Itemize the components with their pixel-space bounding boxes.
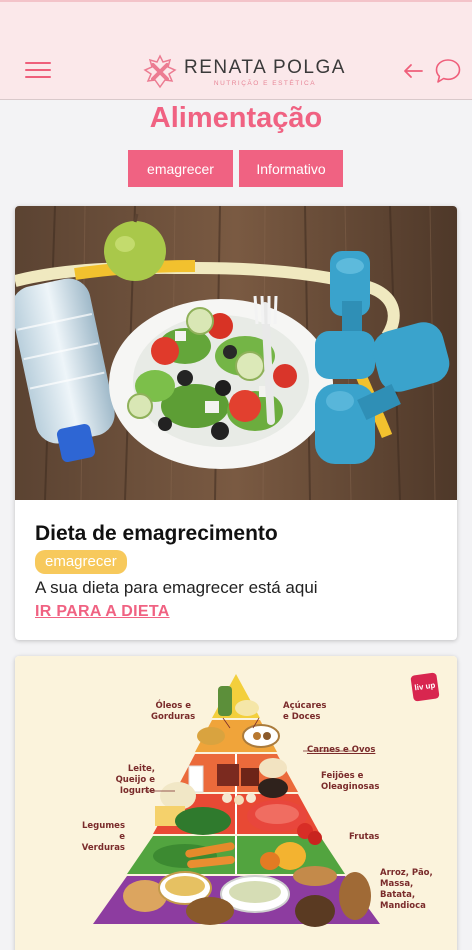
filter-informativo-button[interactable]: Informativo xyxy=(239,150,343,187)
diet-category-badge: emagrecer xyxy=(35,550,127,574)
chat-icon[interactable] xyxy=(434,57,462,85)
pyramid-label-arroz: Arroz, Pão, Massa, Batata, Mandioca xyxy=(380,868,433,911)
liv-up-logo: liv up xyxy=(410,672,440,702)
pyramid-label-leite: Leite, Queijo e Iogurte xyxy=(115,764,155,796)
back-arrow-icon[interactable] xyxy=(402,62,424,80)
brand-tagline: NUTRIÇÃO E ESTÉTICA xyxy=(213,80,317,87)
diet-card-description: A sua dieta para emagrecer está aqui xyxy=(35,578,318,597)
pyramid-label-carnes: Carnes e Ovos xyxy=(307,745,376,755)
pyramid-label-frutas: Frutas xyxy=(349,832,380,842)
menu-icon[interactable] xyxy=(25,62,51,80)
app-header: RENATA POLGA NUTRIÇÃO E ESTÉTICA xyxy=(0,40,472,100)
category-filters: emagrecer Informativo xyxy=(128,150,343,187)
brand-logo-icon xyxy=(143,54,177,89)
pyramid-label-feijoes: Feijões e Oleaginosas xyxy=(321,771,380,792)
pyramid-label-oleos: Óleos e Gorduras xyxy=(151,701,196,722)
pyramid-label-legumes: Legumes e Verduras xyxy=(81,821,125,853)
app-screen: RENATA POLGA NUTRIÇÃO E ESTÉTICA Aliment… xyxy=(0,0,472,950)
diet-card-title: Dieta de emagrecimento xyxy=(35,522,278,545)
pyramid-label-acucares: Açúcares e Doces xyxy=(283,701,327,722)
status-bar xyxy=(0,0,472,40)
diet-card-body: Dieta de emagrecimento emagrecer A sua d… xyxy=(35,520,435,621)
filter-emagrecer-button[interactable]: emagrecer xyxy=(128,150,233,187)
brand-name: RENATA POLGA xyxy=(184,57,346,78)
diet-card[interactable]: Dieta de emagrecimento emagrecer A sua d… xyxy=(15,206,457,640)
page-title: Alimentação xyxy=(149,102,323,134)
food-pyramid-card[interactable]: liv up Óleos e Gorduras Açúcares e Doces… xyxy=(15,656,457,950)
go-to-diet-link[interactable]: IR PARA A DIETA xyxy=(35,603,170,621)
diet-photo xyxy=(15,206,457,500)
brand[interactable]: RENATA POLGA NUTRIÇÃO E ESTÉTICA xyxy=(142,52,346,92)
